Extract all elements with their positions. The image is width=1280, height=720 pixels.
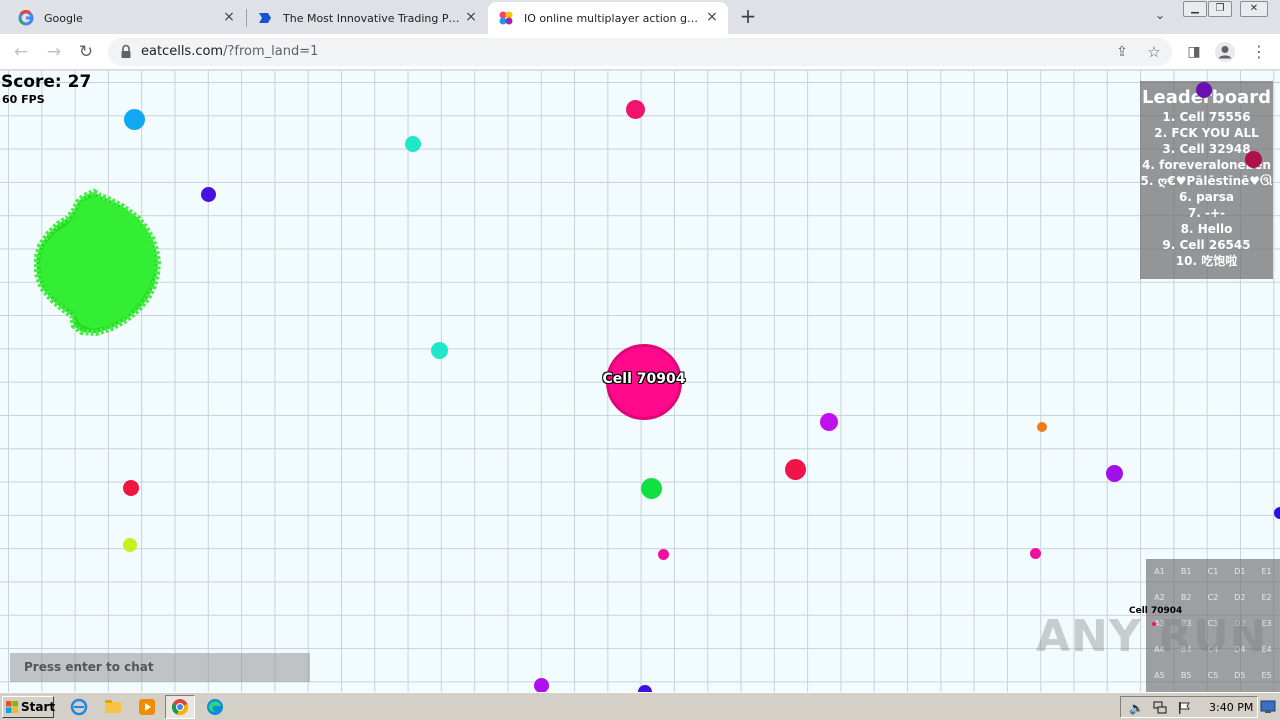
- minimap-cell-label: B2: [1180, 593, 1192, 602]
- food-pellet: [626, 100, 645, 119]
- address-bar[interactable]: eatcells.com/?from_land=1 ⇪ ☆: [108, 38, 1172, 66]
- folder-icon[interactable]: [104, 698, 122, 716]
- food-pellet: [534, 678, 549, 692]
- minimap-cell-label: C1: [1207, 567, 1219, 576]
- chrome-icon: [171, 699, 189, 716]
- bookmark-star-icon[interactable]: ☆: [1142, 40, 1166, 64]
- minimap-cell-label: E2: [1261, 593, 1272, 602]
- food-pellet: [201, 187, 216, 202]
- food-pellet: [124, 109, 145, 130]
- eatcells-icon: [499, 11, 513, 25]
- tab-title: IO online multiplayer action game. Sh: [524, 11, 700, 25]
- windows-taskbar: Start 🔈 3:40 PM: [0, 692, 1280, 720]
- show-desktop-icon[interactable]: [1260, 699, 1276, 715]
- leaderboard-entry: 8. Hello: [1180, 222, 1233, 236]
- window-close-button[interactable]: ✕: [1240, 1, 1268, 17]
- system-tray: 🔈 3:40 PM: [1120, 696, 1258, 718]
- tab-trading[interactable]: The Most Innovative Trading Platform ×: [247, 2, 487, 34]
- food-pellet: [123, 538, 137, 552]
- tab-eatcells[interactable]: IO online multiplayer action game. Sh ×: [488, 2, 728, 34]
- score-label: Score: 27: [1, 72, 92, 92]
- start-label: Start: [21, 700, 56, 714]
- minimap-cell-label: D1: [1234, 567, 1246, 576]
- reload-icon[interactable]: ↻: [74, 40, 98, 64]
- google-icon: [18, 10, 34, 26]
- leaderboard-panel: Leaderboard 1. Cell 75556 2. FCK YOU ALL…: [1140, 81, 1273, 279]
- chrome-taskbar-button[interactable]: [165, 695, 195, 719]
- food-pellet: [638, 685, 652, 692]
- share-icon[interactable]: ⇪: [1110, 40, 1134, 64]
- virus-cell: [34, 188, 162, 337]
- minimap-cell-label: A2: [1154, 593, 1165, 602]
- clock: 3:40 PM: [1209, 701, 1254, 714]
- food-pellet: [123, 480, 139, 496]
- minimap-cell-label: C2: [1207, 593, 1219, 602]
- back-arrow-icon[interactable]: ←: [9, 40, 33, 64]
- minimap-cell-label: E1: [1261, 567, 1272, 576]
- url-path: /?from_land=1: [223, 44, 319, 59]
- tab-google[interactable]: Google ×: [0, 2, 245, 34]
- minimap-cell-label: B5: [1180, 671, 1192, 680]
- minimap-cell-label: D2: [1234, 593, 1246, 602]
- leaderboard-entry: 6. parsa: [1179, 190, 1234, 204]
- restore-button[interactable]: ❐: [1208, 1, 1232, 17]
- enemy-cell: [1245, 151, 1262, 168]
- chat-placeholder: Press enter to chat: [24, 660, 154, 674]
- leaderboard-entry: 2. FCK YOU ALL: [1154, 126, 1259, 140]
- minimap-cell-label: D5: [1234, 671, 1246, 680]
- fps-label: 60 FPS: [2, 93, 45, 106]
- leaderboard-entry: 10. 吃饱啦: [1175, 254, 1238, 268]
- tab-title: Google: [44, 11, 83, 25]
- url-text: eatcells.com/?from_land=1: [141, 44, 318, 59]
- food-pellet: [1030, 548, 1041, 559]
- action-center-flag-icon[interactable]: [1177, 701, 1191, 715]
- close-icon[interactable]: ×: [704, 9, 720, 25]
- network-icon[interactable]: [1153, 701, 1167, 715]
- close-icon[interactable]: ×: [221, 9, 237, 25]
- chat-input[interactable]: Press enter to chat: [10, 653, 310, 682]
- trading-platform-icon: [259, 13, 271, 23]
- minimap-cell-label: A1: [1154, 567, 1165, 576]
- food-pellet: [1037, 422, 1047, 432]
- side-panel-icon[interactable]: ◨: [1182, 40, 1206, 64]
- new-tab-button[interactable]: +: [738, 6, 758, 26]
- speaker-icon[interactable]: 🔈: [1129, 701, 1144, 715]
- minimize-button[interactable]: ▁: [1183, 1, 1207, 17]
- tab-strip: Google × The Most Innovative Trading Pla…: [0, 0, 1280, 34]
- close-icon[interactable]: ×: [463, 9, 479, 25]
- leaderboard-entry: 9. Cell 26545: [1162, 238, 1251, 252]
- game-canvas[interactable]: Cell 70904 Score: 27 60 FPS Leaderboard …: [0, 71, 1280, 692]
- food-pellet: [405, 136, 421, 152]
- leaderboard-entry: 5. ღ€♥Pālēstīnē♥ઊ: [1140, 174, 1273, 188]
- food-pellet: [820, 413, 838, 431]
- food-pellet: [641, 478, 662, 499]
- minimap-cell-label: A5: [1154, 671, 1165, 680]
- media-player-icon[interactable]: [138, 698, 156, 716]
- lock-icon: [121, 44, 131, 58]
- minimap-cell-label: B1: [1180, 567, 1192, 576]
- internet-explorer-icon[interactable]: [70, 698, 88, 716]
- leaderboard-entry: 7. -+-: [1187, 206, 1226, 220]
- menu-kebab-icon[interactable]: ⋮: [1247, 40, 1271, 64]
- tab-title: The Most Innovative Trading Platform: [283, 11, 461, 25]
- minimap-cell-label: C5: [1207, 671, 1219, 680]
- chevron-down-icon[interactable]: ⌄: [1152, 8, 1168, 24]
- anyrun-watermark: ANY RUN: [1036, 611, 1268, 662]
- food-pellet: [658, 549, 669, 560]
- food-pellet: [431, 342, 448, 359]
- food-pellet: [1274, 507, 1280, 519]
- url-host: eatcells.com: [141, 44, 224, 59]
- browser-toolbar: ← → ↻ eatcells.com/?from_land=1 ⇪ ☆ ◨ ⋮: [0, 34, 1280, 70]
- edge-icon[interactable]: [206, 698, 224, 716]
- food-pellet: [1106, 465, 1123, 482]
- start-button[interactable]: Start: [2, 696, 56, 718]
- forward-arrow-icon[interactable]: →: [42, 40, 66, 64]
- windows-flag-icon: [6, 701, 18, 713]
- food-pellet: [785, 459, 806, 480]
- profile-avatar-icon[interactable]: [1214, 41, 1236, 63]
- player-name-label: Cell 70904: [602, 371, 686, 387]
- enemy-cell: [1196, 82, 1212, 98]
- minimap-cell-label: E5: [1261, 671, 1272, 680]
- leaderboard-entry: 1. Cell 75556: [1162, 110, 1251, 124]
